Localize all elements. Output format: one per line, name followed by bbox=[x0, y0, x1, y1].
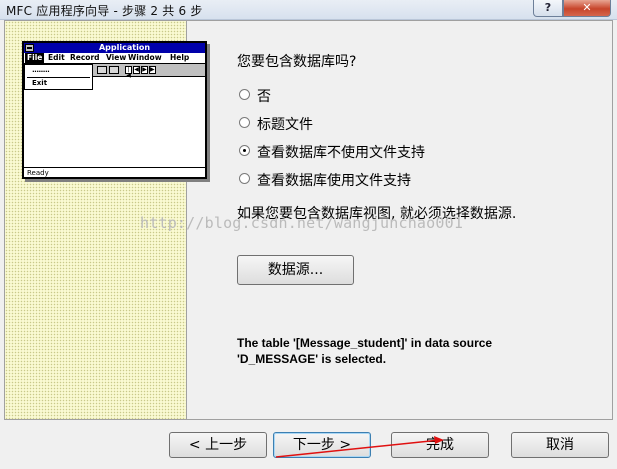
option-label: 查看数据库使用文件支持 bbox=[257, 173, 411, 189]
preview-title-bar: Application bbox=[24, 43, 205, 53]
preview-menu-file: File bbox=[25, 53, 45, 63]
next-record-icon: ▶ bbox=[141, 66, 148, 74]
datasource-info: The table '[Message_student]' in data so… bbox=[237, 335, 492, 367]
preview-menu-window: Window bbox=[128, 53, 162, 62]
preview-menu-record: Record bbox=[70, 53, 100, 62]
database-question: 您要包含数据库吗? bbox=[237, 54, 357, 70]
preview-toolbar-button bbox=[109, 66, 119, 74]
radio-none[interactable] bbox=[239, 89, 250, 100]
watermark-text: http://blog.csdn.net/wangjunchao001 bbox=[140, 214, 464, 232]
info-line: 'D_MESSAGE' is selected. bbox=[237, 352, 387, 366]
preview-menu-item-exit: Exit bbox=[32, 79, 48, 87]
title-bar: MFC 应用程序向导 - 步骤 2 共 6 步 ? ✕ bbox=[0, 0, 617, 20]
preview-menu-item-placeholder: ········ bbox=[32, 68, 50, 76]
back-button[interactable]: < 上一步 bbox=[169, 432, 267, 458]
radio-header-files[interactable] bbox=[239, 117, 250, 128]
cancel-button[interactable]: 取消 bbox=[511, 432, 609, 458]
radio-view-with-file[interactable] bbox=[239, 173, 250, 184]
close-button[interactable]: ✕ bbox=[563, 0, 611, 17]
option-label: 标题文件 bbox=[257, 117, 313, 133]
option-label: 查看数据库不使用文件支持 bbox=[257, 145, 425, 161]
preview-title: Application bbox=[98, 43, 151, 52]
preview-menu-separator bbox=[27, 77, 90, 78]
preview-menu-bar: File Edit Record View Window Help bbox=[24, 53, 205, 64]
preview-status-bar: Ready bbox=[24, 167, 205, 177]
preview-menu-help: Help bbox=[170, 53, 190, 62]
application-preview: Application File Edit Record View Window… bbox=[22, 41, 207, 179]
info-line: The table '[Message_student]' in data so… bbox=[237, 336, 493, 350]
preview-file-menu: ········ Exit bbox=[24, 64, 93, 90]
last-record-icon: ▶| bbox=[149, 66, 157, 74]
datasource-button[interactable]: 数据源... bbox=[237, 255, 354, 285]
radio-view-without-file[interactable] bbox=[239, 145, 250, 156]
option-label: 否 bbox=[257, 89, 271, 105]
preview-menu-view: View bbox=[106, 53, 127, 62]
finish-button[interactable]: 完成 bbox=[391, 432, 489, 458]
prev-record-icon: ◀ bbox=[133, 66, 140, 74]
preview-menu-edit: Edit bbox=[48, 53, 65, 62]
window-title: MFC 应用程序向导 - 步骤 2 共 6 步 bbox=[6, 4, 203, 18]
preview-toolbar-button bbox=[97, 66, 107, 74]
help-button[interactable]: ? bbox=[533, 0, 563, 17]
first-record-icon: |◀ bbox=[125, 66, 132, 79]
next-button[interactable]: 下一步 > bbox=[273, 432, 371, 458]
